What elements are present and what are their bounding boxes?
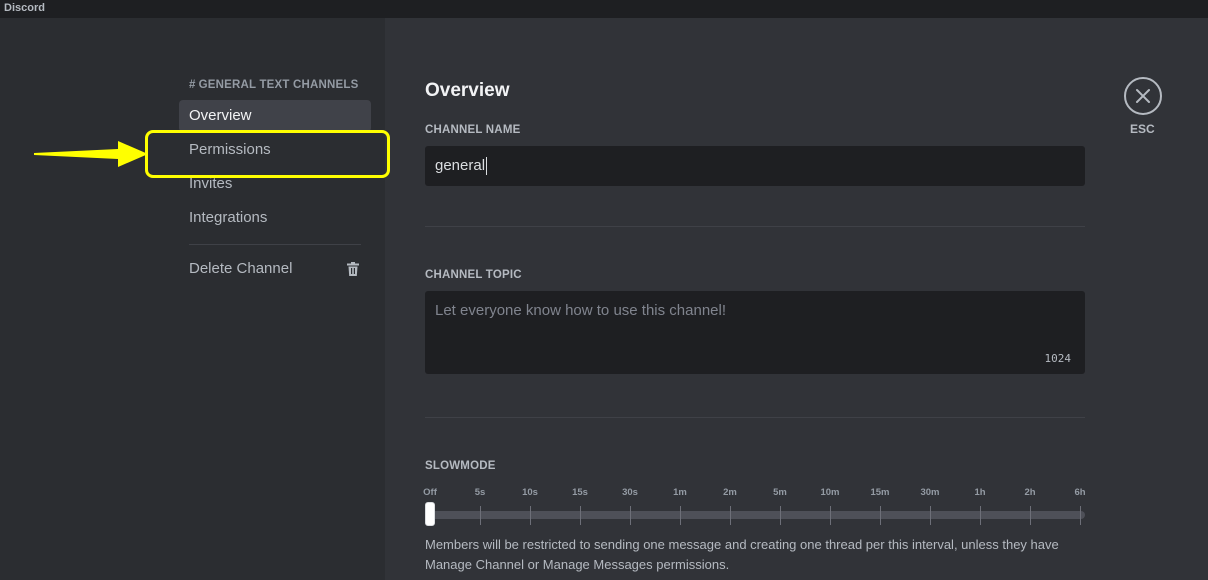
character-counter: 1024 (1044, 352, 1072, 365)
channel-topic-placeholder: Let everyone know how to use this channe… (435, 302, 727, 319)
slider-tick-label: 10s (522, 487, 538, 498)
close-button[interactable] (1124, 77, 1162, 115)
slider-tick-mark (880, 506, 881, 525)
window-titlebar: Discord (0, 0, 1208, 18)
slider-tick-label: Off (423, 487, 437, 498)
slider-tick-mark (1080, 506, 1081, 525)
slider-tick-mark (480, 506, 481, 525)
slider-tick-label: 15s (572, 487, 588, 498)
slider-tick-label: 5s (474, 487, 486, 498)
sidebar-divider (189, 244, 361, 245)
slider-tick-label: 2m (723, 487, 737, 498)
slider-tick-mark (530, 506, 531, 525)
main-content: Overview CHANNEL NAME general CHANNEL TO… (385, 18, 1208, 580)
channel-topic-input[interactable]: Let everyone know how to use this channe… (425, 291, 1085, 374)
channel-name-input[interactable]: general (425, 146, 1085, 186)
annotation-arrow-icon (34, 141, 148, 167)
app-title: Discord (4, 2, 45, 14)
slider-tick-label: 10m (820, 487, 840, 498)
slider-tick-label: 30m (920, 487, 940, 498)
settings-sidebar: # GENERAL TEXT CHANNELS Overview Permissi… (0, 18, 385, 580)
sidebar-section-header: # GENERAL TEXT CHANNELS (189, 79, 359, 91)
slider-tick-label: 30s (622, 487, 638, 498)
slider-tick-mark (730, 506, 731, 525)
slider-tick-mark (680, 506, 681, 525)
trash-icon (347, 262, 359, 276)
slowmode-help-text: Members will be restricted to sending on… (425, 537, 1059, 572)
slider-tick-mark (1030, 506, 1031, 525)
channel-name-label: CHANNEL NAME (425, 124, 521, 136)
slowmode-slider[interactable]: Off 5s 10s 15s 30s 1m 2m 5m 10m 15m 30m 1h 2h 6h (423, 484, 1086, 530)
slider-tick-label: 6h (1074, 487, 1086, 498)
slider-tick-mark (780, 506, 781, 525)
slider-tick-mark (630, 506, 631, 525)
slider-tick-mark (830, 506, 831, 525)
sidebar-channel-name: GENERAL (198, 79, 257, 91)
esc-label: ESC (1130, 122, 1155, 136)
channel-name-value: general (435, 157, 486, 174)
sidebar-item-integrations[interactable]: Integrations (179, 202, 371, 234)
sidebar-item-overview[interactable]: Overview (179, 100, 371, 132)
slider-tick-label: 15m (870, 487, 890, 498)
close-icon (1136, 89, 1150, 103)
delete-channel-button[interactable]: Delete Channel (179, 253, 371, 285)
channel-topic-label: CHANNEL TOPIC (425, 269, 522, 281)
sidebar-header-suffix: TEXT CHANNELS (259, 79, 359, 91)
slider-thumb[interactable] (425, 502, 435, 526)
slider-tick-mark (580, 506, 581, 525)
slider-tick-label: 1m (673, 487, 687, 498)
section-divider (425, 226, 1085, 227)
slider-tick-mark (980, 506, 981, 525)
section-divider (425, 417, 1085, 418)
slider-tick-label: 5m (773, 487, 787, 498)
slowmode-label: SLOWMODE (425, 460, 496, 472)
slider-tick-mark (930, 506, 931, 525)
delete-channel-label: Delete Channel (189, 260, 293, 277)
slider-tick-label: 1h (974, 487, 986, 498)
slider-track[interactable] (430, 511, 1085, 519)
annotation-highlight-box (145, 130, 390, 178)
text-caret (486, 157, 488, 176)
hash-icon: # (189, 79, 196, 91)
slider-tick-label: 2h (1024, 487, 1036, 498)
page-title: Overview (425, 80, 510, 101)
